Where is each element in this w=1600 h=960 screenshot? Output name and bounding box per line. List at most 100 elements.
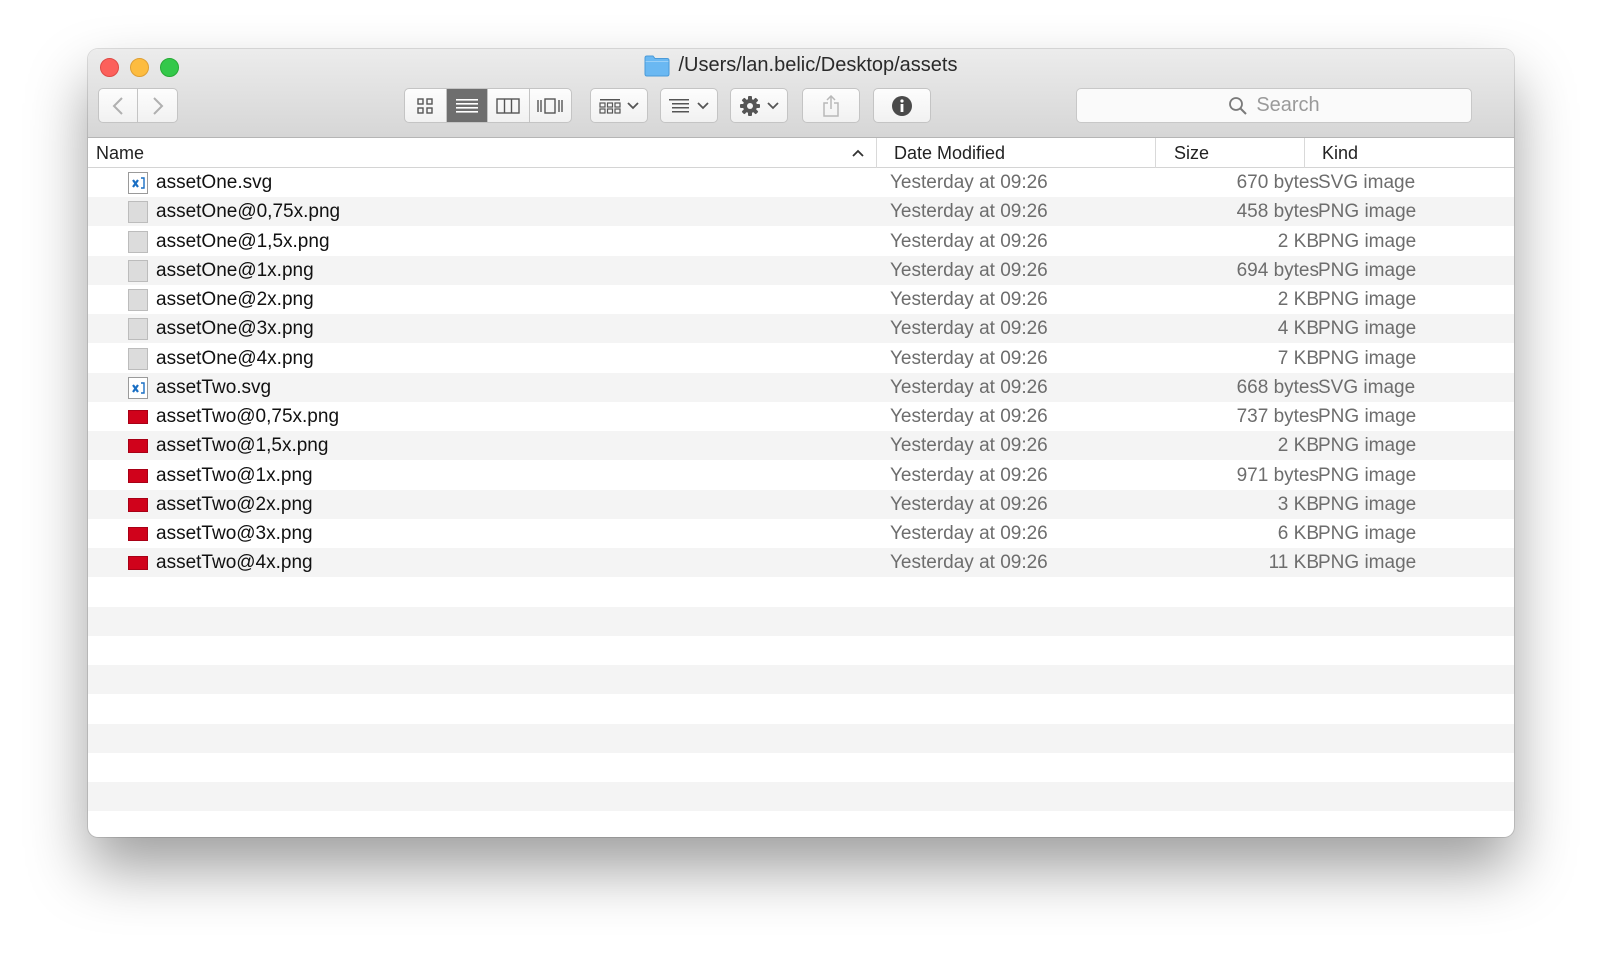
- column-date-header[interactable]: Date Modified: [894, 138, 1005, 168]
- file-row[interactable]: assetOne@0,75x.png Yesterday at 09:26 458 …: [88, 197, 1514, 227]
- file-size: 4 KB: [1277, 318, 1319, 340]
- png-thumbnail-icon: [128, 289, 148, 311]
- file-date-modified: Yesterday at 09:26: [890, 552, 1048, 574]
- file-name: assetOne@0,75x.png: [156, 201, 341, 223]
- window-title: /Users/lan.belic/Desktop/assets: [88, 54, 1514, 77]
- cover-flow-icon: [537, 97, 563, 114]
- column-kind-header[interactable]: Kind: [1322, 138, 1358, 168]
- list-view-button[interactable]: [446, 89, 488, 122]
- file-kind: PNG image: [1318, 259, 1417, 281]
- file-date-modified: Yesterday at 09:26: [890, 259, 1048, 281]
- finder-window: /Users/lan.belic/Desktop/assets Search N…: [88, 49, 1514, 837]
- file-size: 971 bytes: [1236, 464, 1319, 486]
- empty-row: [88, 695, 1514, 724]
- file-row[interactable]: assetOne@2x.png Yesterday at 09:26 2 KB PNG…: [88, 285, 1514, 314]
- svg-file-icon: [128, 376, 148, 399]
- file-row[interactable]: assetTwo@3x.png Yesterday at 09:26 6 KB PNG…: [88, 519, 1514, 548]
- file-row[interactable]: assetTwo@1x.png Yesterday at 09:26 971 byt…: [88, 461, 1514, 490]
- png-red-thumbnail-icon: [128, 410, 148, 424]
- file-name: assetTwo.svg: [156, 376, 272, 398]
- file-row[interactable]: assetOne@1,5x.png Yesterday at 09:26 2 KB P…: [88, 227, 1514, 256]
- info-button[interactable]: [873, 88, 931, 123]
- column-size-label: Size: [1174, 143, 1210, 163]
- file-kind: PNG image: [1318, 201, 1417, 223]
- file-name: assetTwo@4x.png: [156, 552, 313, 574]
- file-row[interactable]: assetTwo@2x.png Yesterday at 09:26 3 KB PNG…: [88, 489, 1514, 519]
- search-field[interactable]: Search: [1076, 88, 1472, 123]
- png-red-thumbnail-icon: [128, 527, 148, 541]
- file-row[interactable]: assetTwo@0,75x.png Yesterday at 09:26 737 …: [88, 402, 1514, 431]
- folder-icon: [644, 55, 670, 77]
- file-kind: PNG image: [1318, 552, 1417, 574]
- search-icon: [1229, 96, 1248, 115]
- column-view-button[interactable]: [488, 89, 530, 122]
- share-icon: [823, 94, 839, 117]
- search-placeholder: Search: [1256, 94, 1320, 116]
- column-size-header[interactable]: Size: [1174, 138, 1209, 168]
- empty-row: [88, 782, 1514, 812]
- column-divider[interactable]: [1155, 138, 1156, 168]
- file-size: 7 KB: [1277, 347, 1319, 369]
- file-kind: SVG image: [1318, 376, 1416, 398]
- file-size: 737 bytes: [1236, 406, 1319, 427]
- cover-flow-button[interactable]: [530, 89, 571, 122]
- file-date-modified: Yesterday at 09:26: [890, 464, 1048, 486]
- file-row[interactable]: assetTwo@1,5x.png Yesterday at 09:26 2 KB P…: [88, 431, 1514, 461]
- file-name: assetTwo@1,5x.png: [156, 435, 329, 457]
- file-row[interactable]: assetOne@3x.png Yesterday at 09:26 4 KB PNG…: [88, 314, 1514, 344]
- file-row[interactable]: assetTwo.svg Yesterday at 09:26 668 bytes S…: [88, 372, 1514, 402]
- group-by-button[interactable]: [590, 88, 648, 123]
- file-row[interactable]: assetOne.svg Yesterday at 09:26 670 bytes S…: [88, 168, 1514, 197]
- empty-row: [88, 723, 1514, 753]
- icon-view-button[interactable]: [405, 89, 447, 122]
- file-kind: PNG image: [1318, 289, 1417, 310]
- forward-button[interactable]: [138, 89, 177, 122]
- file-name: assetOne@2x.png: [156, 289, 314, 310]
- file-name: assetTwo@2x.png: [156, 493, 313, 515]
- file-date-modified: Yesterday at 09:26: [890, 201, 1048, 223]
- column-divider[interactable]: [876, 138, 877, 168]
- file-name: assetOne@3x.png: [156, 318, 314, 340]
- png-thumbnail-icon: [128, 230, 148, 253]
- file-date-modified: Yesterday at 09:26: [890, 523, 1048, 544]
- empty-row: [88, 636, 1514, 665]
- nav-buttons: [98, 88, 178, 123]
- column-divider[interactable]: [1304, 138, 1305, 168]
- file-name: assetOne@4x.png: [156, 347, 314, 369]
- share-button[interactable]: [802, 88, 860, 123]
- png-thumbnail-icon: [128, 318, 148, 341]
- file-size: 2 KB: [1277, 435, 1319, 457]
- column-date-label: Date Modified: [894, 143, 1006, 163]
- file-row[interactable]: assetOne@4x.png Yesterday at 09:26 7 KB PNG…: [88, 344, 1514, 373]
- gear-icon: [740, 95, 760, 116]
- file-kind: PNG image: [1318, 435, 1417, 457]
- sort-ascending-icon: [851, 138, 865, 168]
- png-red-thumbnail-icon: [128, 497, 148, 512]
- file-row[interactable]: assetTwo@4x.png Yesterday at 09:26 11 KB PN…: [88, 548, 1514, 578]
- back-button[interactable]: [99, 89, 139, 122]
- file-row[interactable]: assetOne@1x.png Yesterday at 09:26 694 byt…: [88, 255, 1514, 285]
- file-size: 694 bytes: [1236, 259, 1319, 281]
- file-list: assetOne.svg Yesterday at 09:26 670 bytes S…: [88, 168, 1514, 837]
- file-size: 668 bytes: [1236, 376, 1319, 398]
- file-date-modified: Yesterday at 09:26: [890, 493, 1048, 515]
- file-name: assetTwo@1x.png: [156, 464, 313, 486]
- column-name-header[interactable]: Name: [96, 138, 144, 168]
- png-red-thumbnail-icon: [128, 468, 148, 483]
- file-date-modified: Yesterday at 09:26: [890, 172, 1048, 193]
- file-kind: SVG image: [1318, 172, 1416, 193]
- file-size: 458 bytes: [1236, 201, 1319, 223]
- view-mode-control: [404, 88, 572, 123]
- file-size: 11 KB: [1268, 552, 1319, 574]
- action-button[interactable]: [730, 88, 788, 123]
- file-date-modified: Yesterday at 09:26: [890, 406, 1048, 427]
- file-size: 3 KB: [1277, 493, 1319, 515]
- column-view-icon: [496, 97, 520, 114]
- arrange-button[interactable]: [660, 88, 718, 123]
- file-date-modified: Yesterday at 09:26: [890, 289, 1048, 310]
- file-size: 2 KB: [1277, 230, 1319, 252]
- file-kind: PNG image: [1318, 347, 1417, 369]
- file-name: assetOne@1x.png: [156, 259, 314, 281]
- file-date-modified: Yesterday at 09:26: [890, 230, 1048, 252]
- png-thumbnail-icon: [128, 347, 148, 370]
